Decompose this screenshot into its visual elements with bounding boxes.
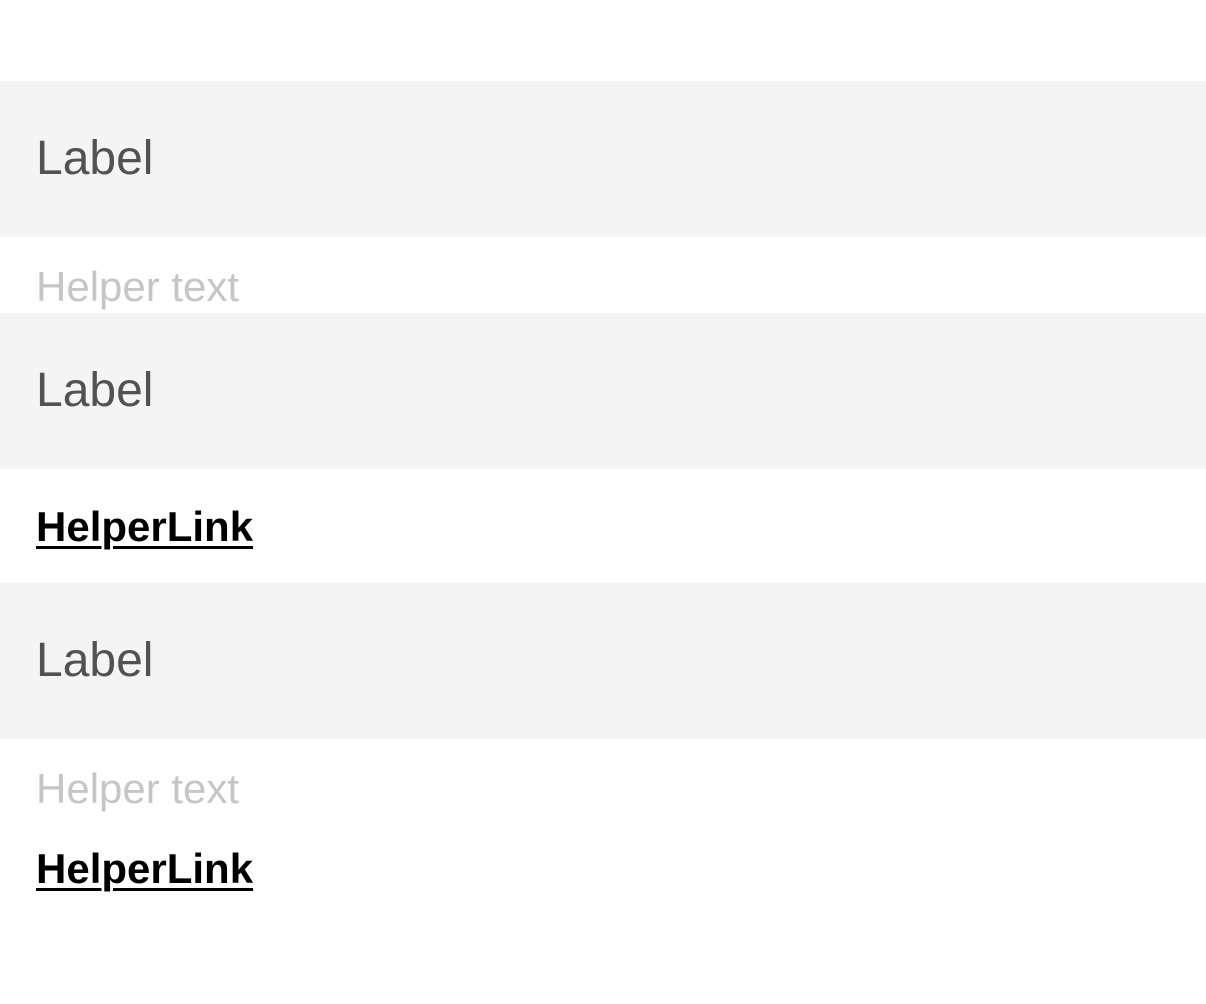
helper-text: Helper text bbox=[36, 263, 240, 310]
text-field-1[interactable]: Label bbox=[0, 81, 1206, 237]
text-field-3[interactable]: Label bbox=[0, 583, 1206, 739]
field-label: Label bbox=[36, 634, 154, 687]
helper-link[interactable]: HelperLink bbox=[36, 848, 253, 890]
helper-link[interactable]: HelperLink bbox=[36, 506, 253, 548]
form-page: Label Helper text Label HelperLink Label… bbox=[0, 0, 1206, 1004]
field-label: Label bbox=[36, 132, 154, 185]
text-field-2[interactable]: Label bbox=[0, 313, 1206, 469]
helper-text: Helper text bbox=[36, 765, 240, 812]
field-label: Label bbox=[36, 364, 154, 417]
